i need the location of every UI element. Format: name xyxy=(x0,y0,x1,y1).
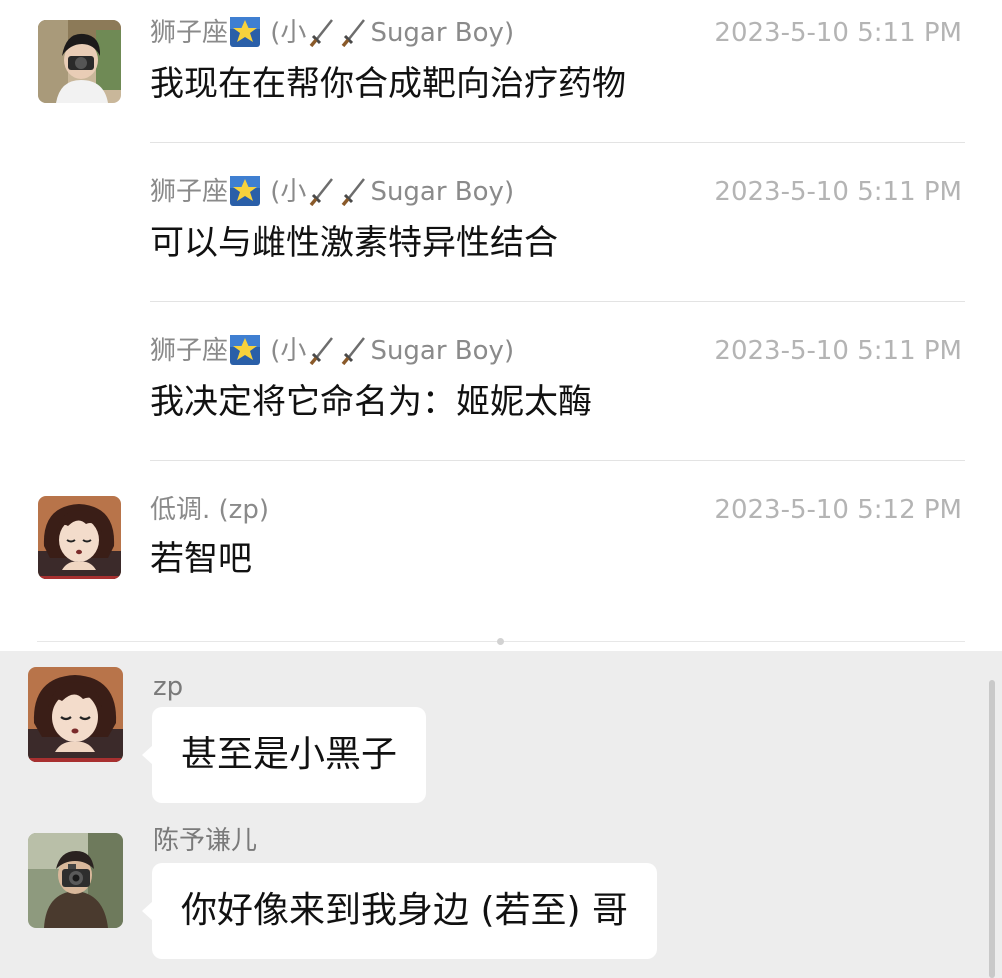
dagger-emoji-icon xyxy=(310,178,334,206)
sender-name: zp xyxy=(153,672,184,702)
boy-with-camera-avatar xyxy=(38,20,121,103)
dagger-emoji-icon xyxy=(310,19,334,47)
message-text: 若智吧 xyxy=(150,539,252,579)
message-bubble[interactable]: 甚至是小黑子 xyxy=(141,707,427,803)
divider xyxy=(150,142,965,143)
message-time: 2023-5-10 5:11 PM xyxy=(714,336,962,366)
divider-dot xyxy=(497,638,504,645)
star-emoji-icon xyxy=(230,335,261,365)
chat-screen: 狮子座 (小 Sugar Boy) 2023-5-10 5:11 PM 我现在在帮… xyxy=(0,0,1002,978)
sender-name: 陈予谦儿 xyxy=(153,826,258,856)
message-bubble[interactable]: 你好像来到我身边 (若至) 哥 xyxy=(142,863,657,959)
message-text: 我现在在帮你合成靶向治疗药物 xyxy=(150,64,626,104)
dagger-emoji-icon xyxy=(310,337,334,365)
scrollbar[interactable] xyxy=(989,680,995,978)
dagger-emoji-icon xyxy=(342,178,366,206)
message-text: 我决定将它命名为：姬妮太酶 xyxy=(150,382,592,422)
sender-name: 狮子座 (小 Sugar Boy) xyxy=(150,17,515,48)
message-text: 可以与雌性激素特异性结合 xyxy=(150,223,558,263)
anime-character-avatar xyxy=(38,496,121,579)
avatar[interactable] xyxy=(28,667,123,762)
star-emoji-icon xyxy=(230,17,261,47)
avatar[interactable] xyxy=(38,20,121,103)
sender-name: 低调. (zp) xyxy=(150,495,269,525)
forwarded-chat-history[interactable]: 狮子座 (小 Sugar Boy) 2023-5-10 5:11 PM 我现在在帮… xyxy=(0,0,1002,651)
avatar[interactable] xyxy=(38,496,121,579)
star-emoji-icon xyxy=(230,176,261,206)
divider xyxy=(150,460,965,461)
message-time: 2023-5-10 5:11 PM xyxy=(714,18,962,48)
chat-area[interactable]: zp 甚至是小黑子 陈予谦儿 你好像来到我身边 (若至) 哥 xyxy=(0,651,1002,978)
dagger-emoji-icon xyxy=(342,19,366,47)
message-time: 2023-5-10 5:12 PM xyxy=(714,495,962,525)
avatar[interactable] xyxy=(28,833,123,928)
person-with-camera-avatar xyxy=(28,833,123,928)
divider xyxy=(150,301,965,302)
message-time: 2023-5-10 5:11 PM xyxy=(714,177,962,207)
dagger-emoji-icon xyxy=(342,337,366,365)
sender-name: 狮子座 (小 Sugar Boy) xyxy=(150,176,515,207)
sender-name: 狮子座 (小 Sugar Boy) xyxy=(150,335,515,366)
anime-character-avatar xyxy=(28,667,123,762)
